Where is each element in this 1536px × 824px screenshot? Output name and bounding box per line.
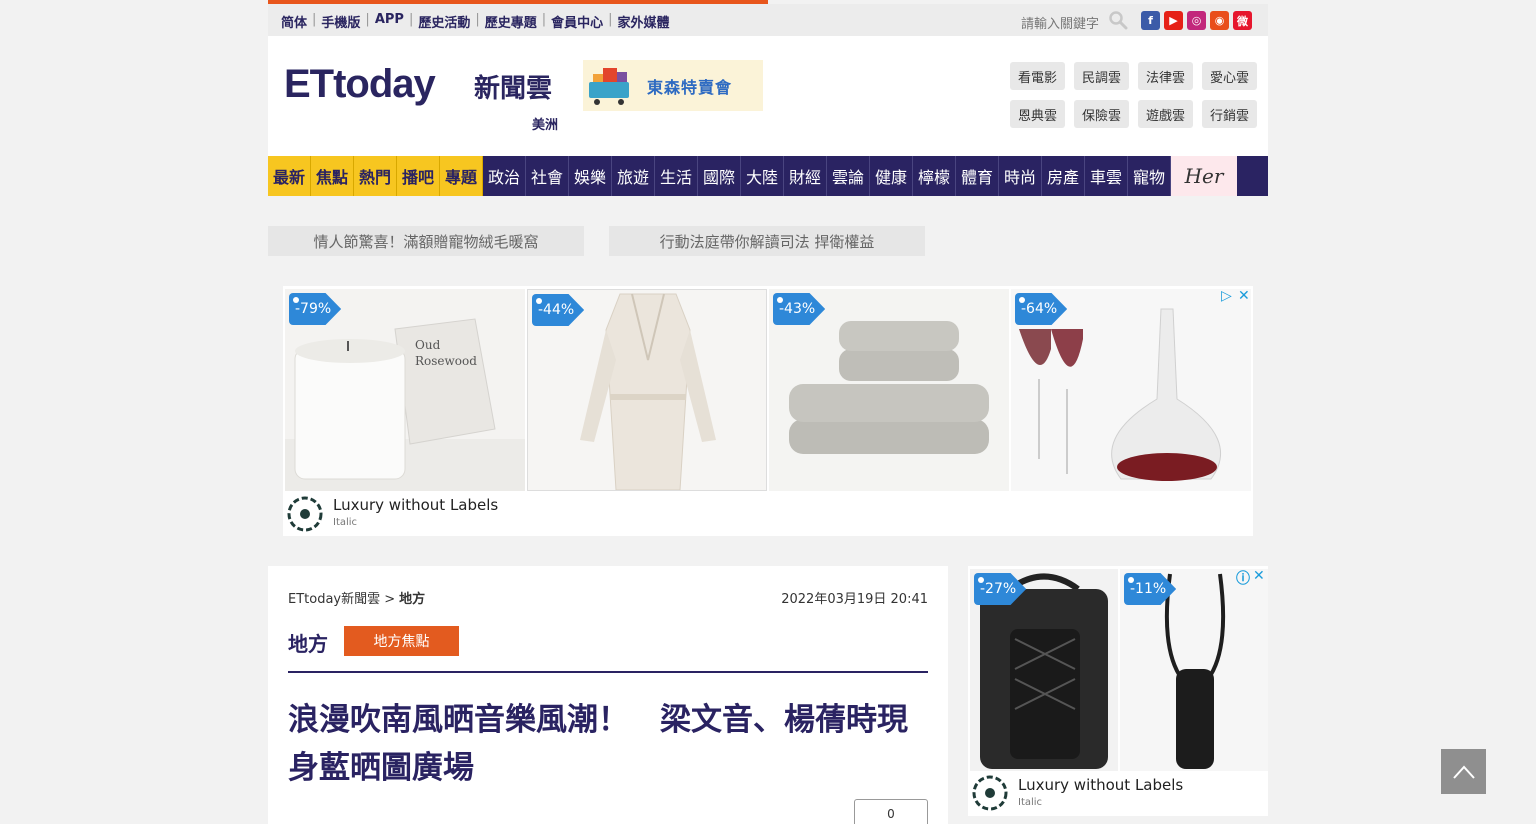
- top-link-mobile[interactable]: 手機版: [321, 12, 360, 31]
- rss-icon[interactable]: ◉: [1210, 11, 1229, 30]
- site-logo[interactable]: ETtoday 新聞雲: [284, 62, 564, 110]
- cloud-link-insurance[interactable]: 保險雲: [1074, 100, 1129, 128]
- section-title: 地方: [288, 632, 328, 656]
- site-header: ETtoday 新聞雲 美洲 東森特賣會 看電影 民調雲 法律雲 愛心雲 恩典雲…: [268, 36, 1268, 156]
- nav-item-travel[interactable]: 旅遊: [612, 156, 655, 196]
- ad-brand-name[interactable]: Luxury without Labels: [1018, 776, 1183, 794]
- cloud-link-marketing[interactable]: 行銷雲: [1202, 100, 1257, 128]
- nav-item-society[interactable]: 社會: [526, 156, 569, 196]
- nav-item-fashion[interactable]: 時尚: [999, 156, 1042, 196]
- breadcrumb-current[interactable]: 地方: [399, 592, 425, 607]
- close-ad-icon[interactable]: ✕: [1253, 568, 1265, 584]
- promo-link-pets[interactable]: 情人節驚喜！滿額贈寵物絨毛暖窩: [268, 226, 584, 256]
- nav-item-life[interactable]: 生活: [655, 156, 698, 196]
- instagram-icon[interactable]: ◎: [1187, 11, 1206, 30]
- nav-item-china[interactable]: 大陸: [741, 156, 784, 196]
- top-link-app[interactable]: APP: [375, 12, 404, 31]
- promo-link-court[interactable]: 行動法庭帶你解讀司法 捍衛權益: [609, 226, 925, 256]
- topbar: 简体 | 手機版 | APP | 歷史活動 | 歷史專題 | 會員中心 | 家外媒體 請輸入…: [268, 4, 1268, 36]
- nav-item-hot[interactable]: 熱門: [354, 156, 397, 196]
- ad-product-cooler[interactable]: -27%: [970, 569, 1118, 771]
- breadcrumb-home[interactable]: ETtoday新聞雲 >: [288, 592, 395, 607]
- ad-info-icon[interactable]: ⓘ: [1236, 568, 1250, 588]
- nav-item-finance[interactable]: 財經: [784, 156, 827, 196]
- advertiser-logo-icon: [287, 496, 323, 532]
- ad-brand-name[interactable]: Luxury without Labels: [333, 496, 498, 514]
- weibo-icon[interactable]: 微: [1233, 11, 1252, 30]
- close-ad-icon[interactable]: ✕: [1238, 288, 1250, 304]
- chevron-up-icon: [1452, 765, 1475, 779]
- ad-product-sheets[interactable]: -43%: [769, 289, 1009, 491]
- cloud-link-poll[interactable]: 民調雲: [1074, 62, 1129, 90]
- candle-label: Oud Rosewood: [415, 338, 477, 368]
- top-link-member[interactable]: 會員中心: [551, 12, 603, 31]
- section-focus-button[interactable]: 地方焦點: [344, 626, 459, 656]
- ad-product-robe[interactable]: -44%: [527, 289, 767, 491]
- cloud-link-law[interactable]: 法律雲: [1138, 62, 1193, 90]
- shopping-cart-icon: [589, 67, 629, 105]
- ad-advertiser: Italic: [1018, 797, 1043, 808]
- nav-item-latest[interactable]: 最新: [268, 156, 311, 196]
- sidebar-ad[interactable]: -27% -11% Luxury without Labels Italic ⓘ…: [968, 566, 1268, 816]
- ad-product-bottle-sling[interactable]: -11%: [1120, 569, 1268, 771]
- nav-item-video[interactable]: 播吧: [397, 156, 440, 196]
- nav-item-cars[interactable]: 車雲: [1085, 156, 1128, 196]
- publish-date: 2022年03月19日 20:41: [781, 592, 928, 607]
- logo-text: ETtoday: [284, 62, 436, 106]
- main-nav: 最新 焦點 熱門 播吧 專題 政治 社會 娛樂 旅遊 生活 國際 大陸 財經 雲…: [268, 156, 1268, 196]
- nav-item-property[interactable]: 房產: [1042, 156, 1085, 196]
- search-icon[interactable]: [1108, 10, 1128, 30]
- article-headline: 浪漫吹南風晒音樂風潮！ 梁文音、楊蒨時現身藍晒圖廣場: [288, 702, 908, 786]
- nav-item-politics[interactable]: 政治: [483, 156, 526, 196]
- share-counter: 0: [854, 799, 928, 824]
- adchoices-icon[interactable]: ▷: [1221, 288, 1232, 304]
- nav-item-international[interactable]: 國際: [698, 156, 741, 196]
- cloud-link-grace[interactable]: 恩典雲: [1010, 100, 1065, 128]
- facebook-icon[interactable]: f: [1141, 11, 1160, 30]
- advertiser-logo-icon: [972, 775, 1008, 811]
- cloud-link-games[interactable]: 遊戲雲: [1138, 100, 1193, 128]
- banner-text: 東森特賣會: [647, 77, 733, 97]
- nav-item-her[interactable]: Her: [1171, 156, 1237, 196]
- nav-item-sports[interactable]: 體育: [956, 156, 999, 196]
- nav-item-topics[interactable]: 專題: [440, 156, 483, 196]
- breadcrumb: ETtoday新聞雲 > 地方: [288, 588, 425, 607]
- logo-suffix: 新聞雲: [474, 74, 553, 104]
- nav-item-pets[interactable]: 寵物: [1128, 156, 1171, 196]
- top-link-simplified[interactable]: 简体: [281, 12, 307, 31]
- nav-item-entertainment[interactable]: 娛樂: [569, 156, 612, 196]
- top-links: 简体 | 手機版 | APP | 歷史活動 | 歷史專題 | 會員中心 | 家外媒體: [281, 12, 670, 31]
- cloud-links: 看電影 民調雲 法律雲 愛心雲 恩典雲 保險雲 遊戲雲 行銷雲: [1010, 62, 1257, 128]
- nav-item-focus[interactable]: 焦點: [311, 156, 354, 196]
- top-link-past-topics[interactable]: 歷史專題: [485, 12, 537, 31]
- region-label: 美洲: [532, 118, 559, 133]
- nav-item-opinion[interactable]: 雲論: [827, 156, 870, 196]
- ad-product-candle[interactable]: Oud Rosewood -79%: [285, 289, 525, 491]
- display-ad[interactable]: Oud Rosewood -79% -44% -43% -64% Luxury …: [283, 286, 1253, 536]
- article: ETtoday新聞雲 > 地方 2022年03月19日 20:41 地方 地方焦點…: [268, 566, 948, 824]
- section-divider: [288, 671, 928, 673]
- social-links: f ▶ ◎ ◉ 微: [1141, 11, 1252, 30]
- top-link-past-events[interactable]: 歷史活動: [418, 12, 470, 31]
- top-link-ooh-media[interactable]: 家外媒體: [618, 12, 670, 31]
- search-input[interactable]: 請輸入關鍵字: [1021, 13, 1099, 32]
- nav-item-health[interactable]: 健康: [870, 156, 913, 196]
- youtube-icon[interactable]: ▶: [1164, 11, 1183, 30]
- cloud-link-charity[interactable]: 愛心雲: [1202, 62, 1257, 90]
- ad-product-decanter[interactable]: -64%: [1011, 289, 1251, 491]
- back-to-top-button[interactable]: [1441, 749, 1486, 794]
- cloud-link-movie[interactable]: 看電影: [1010, 62, 1065, 90]
- nav-item-lemon[interactable]: 檸檬: [913, 156, 956, 196]
- ad-advertiser: Italic: [333, 517, 358, 528]
- header-banner[interactable]: 東森特賣會: [583, 60, 763, 111]
